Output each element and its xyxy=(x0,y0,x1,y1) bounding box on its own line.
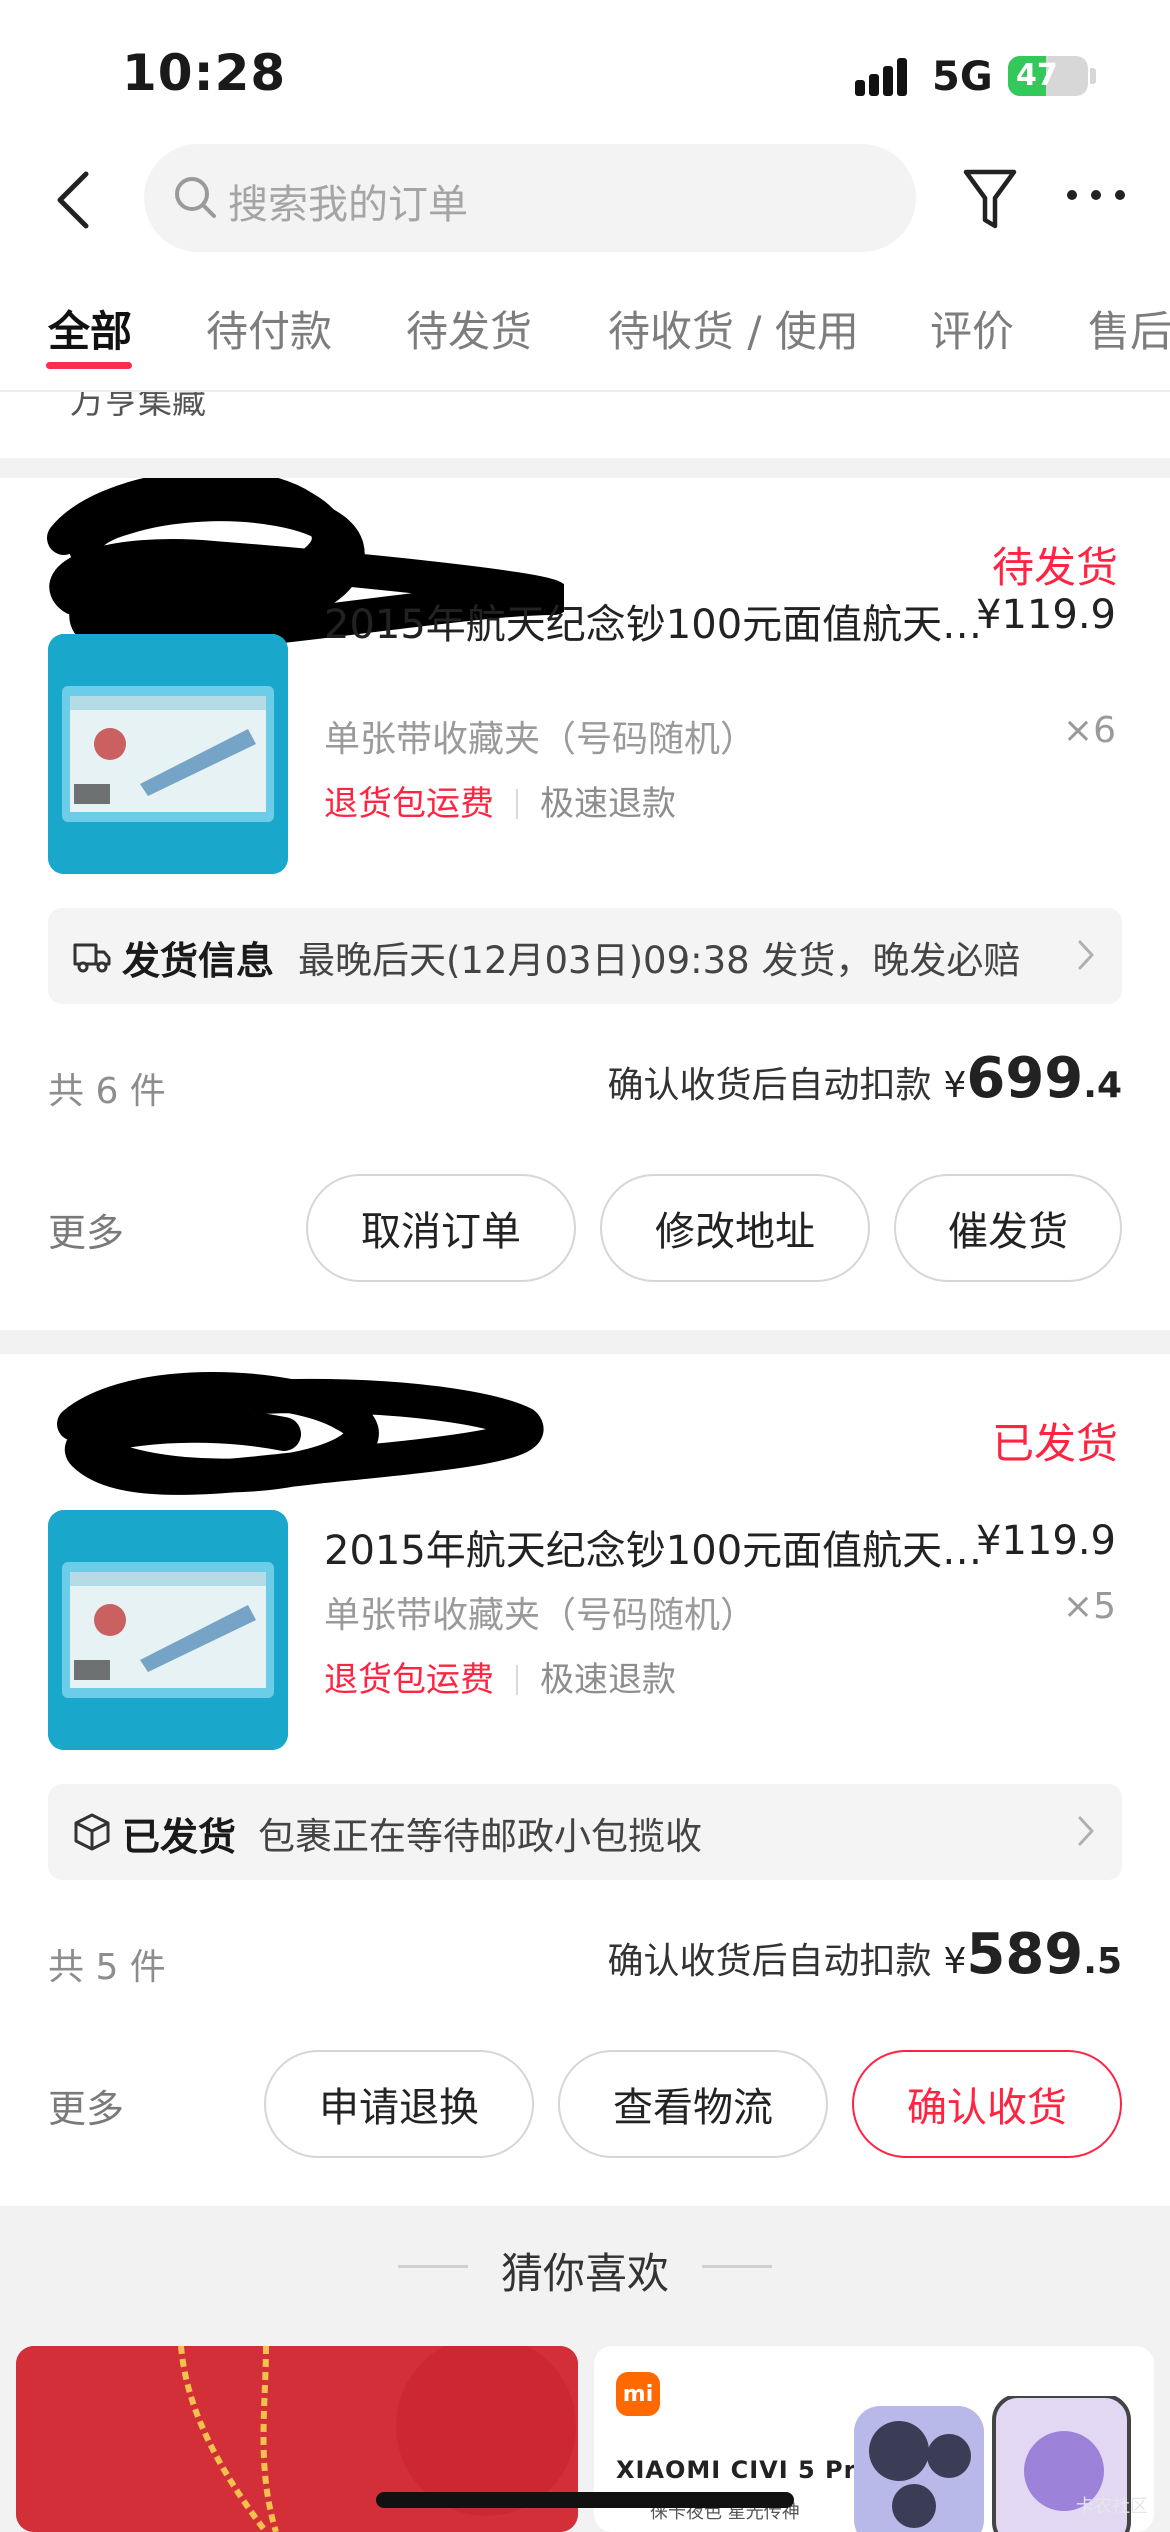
return-shipping-tag: 退货包运费 xyxy=(324,1660,494,1700)
shipping-status-label: 已发货 xyxy=(122,1815,237,1859)
tag-divider xyxy=(516,1665,518,1695)
total-decimal: .4 xyxy=(1083,1065,1122,1106)
title-divider-right xyxy=(702,2265,772,2268)
previous-order-fragment: 万亨集藏 xyxy=(0,392,1170,458)
product-price: ¥119.9 xyxy=(976,1518,1116,1564)
return-shipping-tag: 退货包运费 xyxy=(324,784,494,824)
confirm-receipt-button[interactable]: 确认收货 xyxy=(852,2050,1122,2158)
package-icon xyxy=(74,1813,110,1851)
home-indicator xyxy=(376,2492,794,2508)
order-total: 确认收货后自动扣款 ¥699.4 xyxy=(607,1046,1122,1111)
order-card[interactable]: 已发货 2015年航天纪念钞100元面值航天纪念钞 ¥119.9 单张带收藏夹（… xyxy=(0,1354,1170,2206)
search-icon xyxy=(175,177,216,218)
chevron-right-icon xyxy=(1078,940,1094,970)
more-actions-link[interactable]: 更多 xyxy=(48,2078,124,2133)
search-placeholder: 搜索我的订单 xyxy=(228,182,468,228)
product-spec: 单张带收藏夹（号码随机） xyxy=(324,719,757,760)
shipping-status-bar[interactable]: 已发货 包裹正在等待邮政小包揽收 xyxy=(48,1784,1122,1880)
search-input[interactable]: 搜索我的订单 xyxy=(144,144,916,252)
tab-after-sales[interactable]: 售后 xyxy=(1088,298,1170,359)
auto-deduct-label: 确认收货后自动扣款 xyxy=(607,1941,932,1982)
shipping-info-label: 发货信息 xyxy=(122,939,275,983)
status-bar: 10:28 5G 47 xyxy=(0,0,1170,140)
truck-icon xyxy=(73,943,111,973)
product-quantity: ×5 xyxy=(1062,1586,1116,1627)
product-price: ¥119.9 xyxy=(976,592,1116,638)
watermark: 卡农社区 xyxy=(1076,2496,1148,2517)
tab-review[interactable]: 评价 xyxy=(930,298,1014,359)
tab-pending-payment[interactable]: 待付款 xyxy=(206,298,332,359)
filter-icon[interactable] xyxy=(962,164,1018,234)
request-return-button[interactable]: 申请退换 xyxy=(264,2050,534,2158)
order-total: 确认收货后自动扣款 ¥589.5 xyxy=(607,1922,1122,1987)
product-image[interactable] xyxy=(48,634,288,874)
tab-pending-shipment[interactable]: 待发货 xyxy=(406,298,532,359)
total-integer: 699 xyxy=(966,1046,1084,1111)
more-actions-link[interactable]: 更多 xyxy=(48,1202,124,1257)
xiaomi-logo: mi xyxy=(616,2372,660,2416)
status-time: 10:28 xyxy=(122,44,287,102)
tag-divider xyxy=(516,789,518,819)
recommendation-header: 猜你喜欢 xyxy=(0,2210,1170,2320)
product-spec: 单张带收藏夹（号码随机） xyxy=(324,1595,757,1636)
product-title[interactable]: 2015年航天纪念钞100元面值航天纪念钞 xyxy=(324,592,984,650)
tab-pending-receipt[interactable]: 待收货 / 使用 xyxy=(608,298,859,359)
battery-icon: 47 xyxy=(1008,56,1088,96)
auto-deduct-label: 确认收货后自动扣款 xyxy=(607,1065,932,1106)
product-image[interactable] xyxy=(48,1510,288,1750)
search-header: 搜索我的订单 xyxy=(0,140,1170,260)
shipping-status-text: 包裹正在等待邮政小包揽收 xyxy=(258,1815,702,1858)
order-tabs: 全部 待付款 待发货 待收货 / 使用 评价 售后 xyxy=(0,260,1170,392)
view-logistics-button[interactable]: 查看物流 xyxy=(558,2050,828,2158)
cancel-order-button[interactable]: 取消订单 xyxy=(306,1174,576,1282)
tab-all[interactable]: 全部 xyxy=(48,298,132,359)
cellular-signal-icon xyxy=(855,56,915,96)
fast-refund-tag: 极速退款 xyxy=(540,1660,676,1700)
network-type: 5G xyxy=(932,54,993,100)
shipping-info-text: 最晚后天(12月03日)09:38 发货，晚发必赔 xyxy=(298,939,1021,982)
more-options-icon[interactable] xyxy=(1064,180,1128,210)
service-tags: 退货包运费 极速退款 xyxy=(324,1652,676,1701)
item-count: 共 6 件 xyxy=(48,1071,166,1112)
total-decimal: .5 xyxy=(1083,1941,1122,1982)
urge-shipment-button[interactable]: 催发货 xyxy=(894,1174,1122,1282)
item-count: 共 5 件 xyxy=(48,1947,166,1988)
product-quantity: ×6 xyxy=(1062,710,1116,751)
shop-name-fragment: 万亨集藏 xyxy=(70,392,206,422)
modify-address-button[interactable]: 修改地址 xyxy=(600,1174,870,1282)
redacted-shop-name xyxy=(57,1372,544,1495)
service-tags: 退货包运费 极速退款 xyxy=(324,776,676,825)
back-icon[interactable] xyxy=(48,168,108,232)
chevron-right-icon xyxy=(1078,1816,1094,1846)
shipping-info-bar[interactable]: 发货信息 最晚后天(12月03日)09:38 发货，晚发必赔 xyxy=(48,908,1122,1004)
active-tab-indicator xyxy=(46,362,132,369)
order-status: 已发货 xyxy=(991,1419,1118,1468)
phone-model-name: XIAOMI CIVI 5 Pro xyxy=(616,2456,874,2484)
currency-symbol: ¥ xyxy=(943,1941,967,1982)
currency-symbol: ¥ xyxy=(943,1065,967,1106)
battery-level: 47 xyxy=(1016,58,1058,93)
order-card[interactable]: 待发货 2015年航天纪念钞100元面值航天纪念钞 ¥119.9 单张带收藏夹（… xyxy=(0,478,1170,1330)
battery-cap xyxy=(1090,68,1096,84)
total-integer: 589 xyxy=(966,1922,1084,1987)
recommendation-title: 猜你喜欢 xyxy=(500,2249,669,2298)
order-status: 待发货 xyxy=(991,543,1118,592)
product-title[interactable]: 2015年航天纪念钞100元面值航天纪念钞 xyxy=(324,1518,984,1576)
fast-refund-tag: 极速退款 xyxy=(540,784,676,824)
